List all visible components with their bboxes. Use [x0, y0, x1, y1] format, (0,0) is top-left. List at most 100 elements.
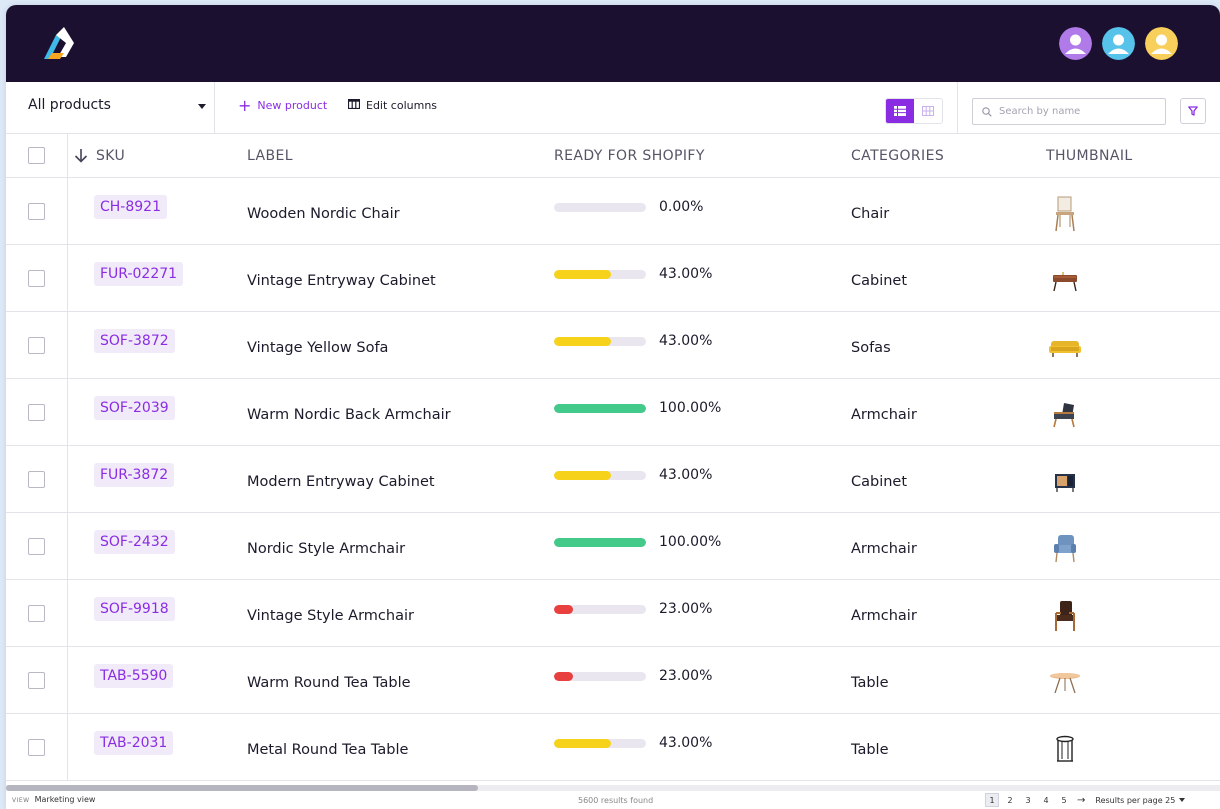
- row-checkbox[interactable]: [28, 470, 45, 488]
- current-view[interactable]: VIEW Marketing view: [12, 795, 95, 804]
- ready-cell: 100.00%: [554, 513, 844, 579]
- column-header-thumbnail[interactable]: THUMBNAIL: [1046, 134, 1206, 177]
- row-checkbox[interactable]: [28, 269, 45, 287]
- column-header-sku[interactable]: SKU: [74, 134, 234, 177]
- page-2-button[interactable]: 2: [1003, 793, 1017, 807]
- row-select-cell: [6, 714, 68, 780]
- table-row[interactable]: SOF-2039 Warm Nordic Back Armchair 100.0…: [6, 379, 1220, 446]
- thumbnail-cell: [1046, 513, 1206, 579]
- avatar-user-3[interactable]: [1145, 27, 1178, 60]
- row-select-cell: [6, 379, 68, 445]
- sku-tag[interactable]: FUR-02271: [94, 262, 184, 286]
- table-row[interactable]: SOF-2432 Nordic Style Armchair 100.00% A…: [6, 513, 1220, 580]
- category-label: Sofas: [851, 340, 891, 356]
- ready-percent: 43.00%: [659, 266, 713, 282]
- ready-progress-fill: [554, 470, 611, 480]
- category-cell: Armchair: [851, 379, 1041, 445]
- modern-cabinet-icon[interactable]: [1046, 463, 1084, 501]
- chevron-down-icon: [1179, 798, 1186, 802]
- cabinet-icon[interactable]: [1046, 262, 1084, 300]
- table-row[interactable]: FUR-3872 Modern Entryway Cabinet 43.00% …: [6, 446, 1220, 513]
- arrow-right-icon[interactable]: →: [1077, 795, 1085, 806]
- ready-percent: 43.00%: [659, 735, 713, 751]
- row-checkbox[interactable]: [28, 671, 45, 689]
- column-header-ready[interactable]: READY FOR SHOPIFY: [554, 134, 844, 177]
- thumbnail-header-label: THUMBNAIL: [1046, 147, 1133, 164]
- sku-tag[interactable]: SOF-2432: [94, 530, 175, 554]
- row-checkbox[interactable]: [28, 537, 45, 555]
- row-select-cell: [6, 245, 68, 311]
- page-1-button[interactable]: 1: [985, 793, 999, 807]
- sku-cell: SOF-9918: [74, 580, 234, 646]
- new-product-button[interactable]: + New product: [238, 98, 327, 114]
- thumbnail-cell: [1046, 647, 1206, 713]
- metal-table-icon[interactable]: [1046, 731, 1084, 769]
- row-checkbox[interactable]: [28, 403, 45, 421]
- pagination: 1 2 3 4 5 → Results per page 25: [985, 793, 1186, 807]
- app-logo-icon[interactable]: [40, 25, 80, 61]
- categories-header-label: CATEGORIES: [851, 147, 945, 164]
- table-row[interactable]: CH-8921 Wooden Nordic Chair 0.00% Chair: [6, 178, 1220, 245]
- sku-tag[interactable]: CH-8921: [94, 195, 167, 219]
- list-view-button[interactable]: [886, 99, 914, 123]
- product-label: Wooden Nordic Chair: [247, 206, 400, 222]
- sku-tag[interactable]: TAB-2031: [94, 731, 174, 755]
- row-checkbox[interactable]: [28, 202, 45, 220]
- results-per-page-select[interactable]: Results per page 25: [1095, 796, 1186, 805]
- sku-tag[interactable]: FUR-3872: [94, 463, 175, 487]
- sku-tag[interactable]: SOF-9918: [94, 597, 175, 621]
- sofa-icon[interactable]: [1046, 329, 1084, 367]
- label-cell: Nordic Style Armchair: [247, 513, 547, 579]
- ready-header-label: READY FOR SHOPIFY: [554, 147, 705, 164]
- product-label: Metal Round Tea Table: [247, 742, 409, 758]
- thumbnail-cell: [1046, 446, 1206, 512]
- sku-tag[interactable]: SOF-2039: [94, 396, 175, 420]
- search-input[interactable]: [999, 106, 1159, 117]
- list-view-icon: [894, 106, 906, 116]
- ready-percent: 23.00%: [659, 601, 713, 617]
- product-label: Vintage Entryway Cabinet: [247, 273, 436, 289]
- table-row[interactable]: FUR-02271 Vintage Entryway Cabinet 43.00…: [6, 245, 1220, 312]
- thumbnail-cell: [1046, 178, 1206, 244]
- filter-button[interactable]: [1180, 98, 1206, 124]
- row-select-cell: [6, 178, 68, 244]
- armchair-icon[interactable]: [1046, 396, 1084, 434]
- sku-tag[interactable]: SOF-3872: [94, 329, 175, 353]
- column-header-categories[interactable]: CATEGORIES: [851, 134, 1041, 177]
- select-all-checkbox[interactable]: [28, 147, 45, 164]
- ready-progress-fill: [554, 403, 646, 413]
- table-row[interactable]: TAB-5590 Warm Round Tea Table 23.00% Tab…: [6, 647, 1220, 714]
- ready-percent: 43.00%: [659, 333, 713, 349]
- avatar-user-2[interactable]: [1102, 27, 1135, 60]
- row-checkbox[interactable]: [28, 738, 45, 756]
- product-view-select-label: All products: [28, 97, 111, 113]
- table-row[interactable]: SOF-3872 Vintage Yellow Sofa 43.00% Sofa…: [6, 312, 1220, 379]
- row-select-cell: [6, 580, 68, 646]
- category-label: Table: [851, 675, 889, 691]
- row-select-cell: [6, 446, 68, 512]
- row-select-cell: [6, 312, 68, 378]
- wooden-chair-icon[interactable]: [1046, 195, 1084, 233]
- edit-columns-button[interactable]: Edit columns: [347, 98, 437, 112]
- grid-view-button[interactable]: [914, 99, 942, 123]
- round-table-icon[interactable]: [1046, 664, 1084, 702]
- category-cell: Table: [851, 714, 1041, 780]
- category-label: Table: [851, 742, 889, 758]
- footer: VIEW Marketing view 5600 results found 1 …: [6, 791, 1220, 809]
- row-checkbox[interactable]: [28, 336, 45, 354]
- table-row[interactable]: TAB-2031 Metal Round Tea Table 43.00% Ta…: [6, 714, 1220, 781]
- table-row[interactable]: SOF-9918 Vintage Style Armchair 23.00% A…: [6, 580, 1220, 647]
- page-4-button[interactable]: 4: [1039, 793, 1053, 807]
- vintage-armchair-icon[interactable]: [1046, 597, 1084, 635]
- category-label: Chair: [851, 206, 890, 222]
- product-view-select[interactable]: All products: [6, 82, 215, 134]
- arrow-down-icon: [74, 148, 88, 163]
- row-checkbox[interactable]: [28, 604, 45, 622]
- sku-tag[interactable]: TAB-5590: [94, 664, 174, 688]
- blue-armchair-icon[interactable]: [1046, 530, 1084, 568]
- column-header-label[interactable]: LABEL: [247, 134, 547, 177]
- ready-percent: 100.00%: [659, 534, 722, 550]
- avatar-user-1[interactable]: [1059, 27, 1092, 60]
- page-5-button[interactable]: 5: [1057, 793, 1071, 807]
- page-3-button[interactable]: 3: [1021, 793, 1035, 807]
